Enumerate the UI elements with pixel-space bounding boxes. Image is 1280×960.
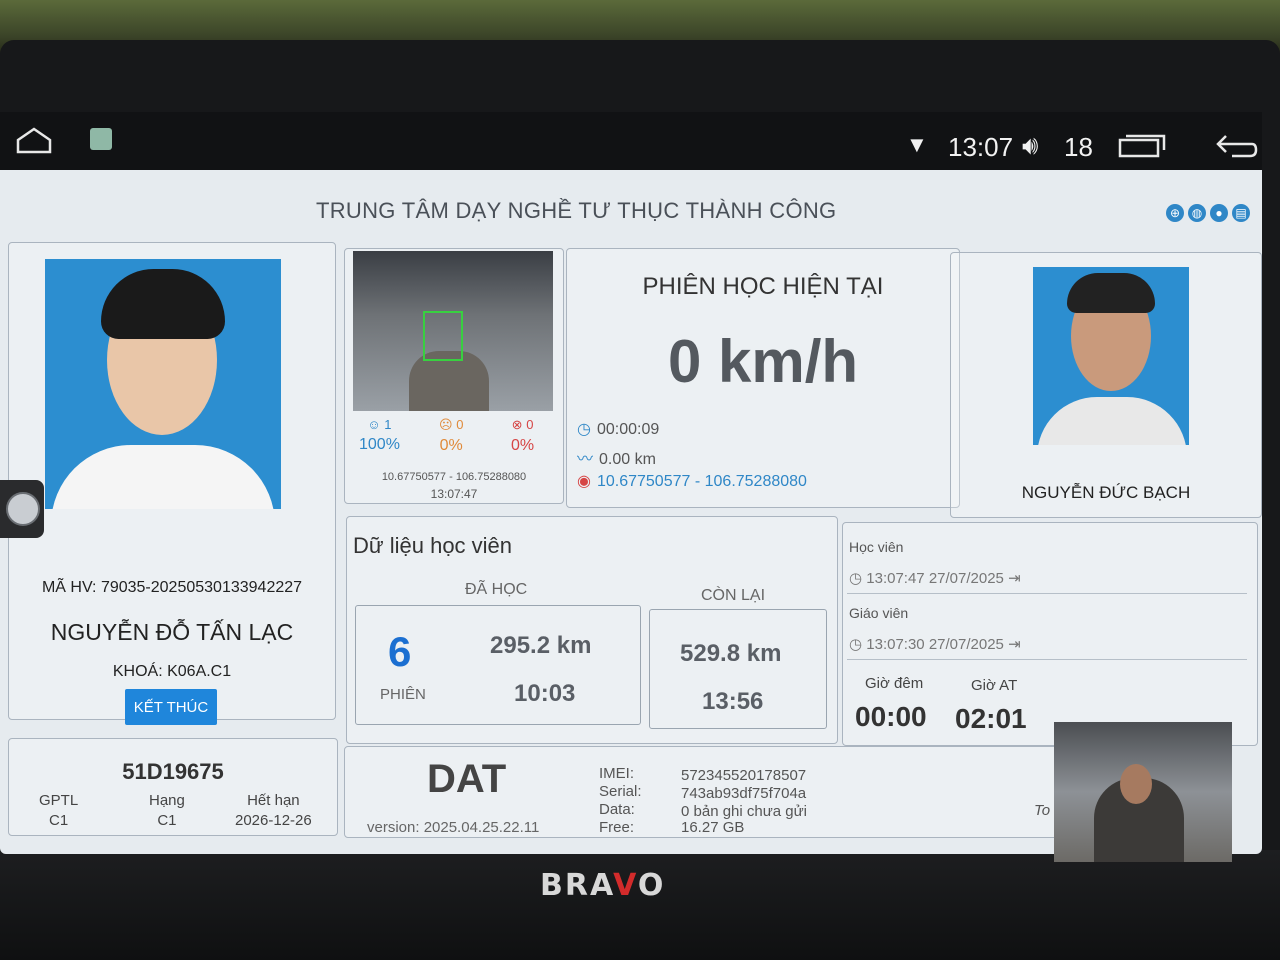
student-data-panel: Dữ liệu học viên ĐÃ HỌC CÒN LẠI 6 PHIÊN …: [346, 516, 838, 744]
face-detection-box: [423, 311, 463, 361]
session-title: PHIÊN HỌC HIỆN TẠI: [642, 273, 884, 300]
free-value: 16.27 GB: [681, 819, 745, 836]
session-speed: 0 km/h: [667, 328, 859, 395]
status-bar: ▼ 13:07 🔊︎ 18: [0, 112, 1262, 170]
volume-icon[interactable]: 🔊︎: [1022, 130, 1038, 162]
session-gps-row: ◉ 10.67750577 - 106.75288080: [577, 473, 807, 490]
wifi-icon: ▼: [906, 132, 928, 157]
app-notification-icon: [90, 128, 112, 150]
license-col-expiry: Hết hạn 2026-12-26: [235, 792, 312, 829]
cabin-camera-view: [353, 251, 553, 411]
teacher-name: NGUYỄN ĐỨC BẠCH: [1021, 483, 1191, 502]
remaining-distance: 529.8 km: [680, 640, 782, 667]
location-icon: ◉: [577, 473, 591, 490]
device-info-panel: DAT version: 2025.04.25.22.11 IMEI: 5723…: [344, 746, 1068, 838]
driver-camera-view: [1054, 722, 1232, 862]
match-warn-stat: ☹ 0 0%: [439, 417, 464, 454]
night-hours-value: 00:00: [855, 701, 927, 732]
screen: ▼ 13:07 🔊︎ 18 TRUNG TÂM DẠY NGHỀ TƯ THỤC…: [0, 112, 1262, 862]
session-distance-row: 〰 0.00 km: [577, 451, 656, 468]
remaining-box: 529.8 km 13:56: [649, 609, 827, 729]
student-login-time: ◷ 13:07:47 27/07/2025 ⇥: [849, 570, 1021, 587]
serial-label: Serial:: [599, 783, 642, 800]
remaining-header: CÒN LẠI: [701, 587, 766, 604]
student-photo: [45, 259, 281, 509]
student-course: KHOÁ: K06A.C1: [112, 663, 232, 680]
recent-apps-icon[interactable]: [1118, 132, 1166, 158]
brand-logo: BRAVO: [540, 868, 666, 903]
night-hours-label: Giờ đêm: [865, 675, 924, 692]
floating-handle[interactable]: [0, 480, 44, 538]
serial-value: 743ab93df75f704a: [681, 785, 807, 802]
vehicle-license-panel: 51D19675 GPTL C1 Hạng C1 Hết hạn 2026-12-26: [8, 738, 338, 836]
free-label: Free:: [599, 819, 635, 836]
studied-time: 10:03: [514, 680, 576, 707]
clock-icon: ◷: [849, 636, 867, 653]
gps-icon: ⊕: [1166, 204, 1184, 222]
sessions-count: 6: [388, 628, 412, 675]
data-label: Data:: [599, 801, 635, 818]
logout-icon: ⇥: [1008, 570, 1021, 587]
center-title: TRUNG TÂM DẠY NGHỀ TƯ THỤC THÀNH CÔNG: [316, 198, 837, 223]
studied-distance: 295.2 km: [490, 632, 592, 659]
match-fail-stat: ⊗ 0 0%: [511, 417, 535, 454]
error-icon: ⊗: [511, 417, 523, 432]
smile-icon: ☺: [367, 417, 381, 432]
teacher-login-time: ◷ 13:07:30 27/07/2025 ⇥: [849, 636, 1021, 653]
camera-coordinates: 10.67750577 - 106.75288080: [381, 471, 527, 483]
clock-icon: ◷: [577, 421, 591, 438]
driver-camera-label: To: [1034, 802, 1051, 819]
data-value: 0 bản ghi chưa gửi: [681, 803, 807, 820]
student-data-title: Dữ liệu học viên: [353, 533, 513, 558]
home-icon[interactable]: [14, 126, 54, 154]
teacher-panel: NGUYỄN ĐỨC BẠCH: [950, 252, 1262, 518]
studied-box: 6 PHIÊN 295.2 km 10:03: [355, 605, 641, 725]
camera-timestamp: 13:07:47: [430, 487, 478, 501]
sessions-label: PHIÊN: [380, 686, 426, 703]
auto-hours-label: Giờ AT: [971, 677, 1018, 694]
teacher-photo: [1033, 267, 1189, 445]
teacher-login-label: Giáo viên: [849, 605, 909, 621]
license-plate: 51D19675: [122, 759, 224, 784]
student-login-label: Học viên: [849, 539, 904, 555]
top-status-icons: ⊕ ◍ ● ▤: [1166, 204, 1250, 222]
network-icon: ◍: [1188, 204, 1206, 222]
license-col-class: Hạng C1: [149, 792, 185, 829]
student-code: MÃ HV: 79035-20250530133942227: [41, 579, 303, 596]
device-bezel-bottom: [0, 850, 1280, 960]
login-history-panel: Học viên ◷ 13:07:47 27/07/2025 ⇥ Giáo vi…: [842, 522, 1258, 746]
imei-value: 572345520178507: [681, 767, 807, 784]
license-col-gptl: GPTL C1: [39, 792, 79, 829]
session-duration-row: ◷ 00:00:09: [577, 421, 660, 438]
remaining-time: 13:56: [702, 688, 764, 715]
student-panel: MÃ HV: 79035-20250530133942227 NGUYỄN ĐỖ…: [8, 242, 336, 725]
studied-header: ĐÃ HỌC: [465, 581, 528, 598]
clock-icon: ◷: [849, 570, 867, 587]
storage-icon: ▤: [1232, 204, 1250, 222]
device-name: DAT: [427, 757, 507, 801]
camera-panel: ☺ 1 100% ☹ 0 0% ⊗ 0 0% 10.67750577 - 106…: [344, 248, 564, 504]
logout-icon: ⇥: [1008, 636, 1021, 653]
back-icon[interactable]: [1212, 130, 1258, 160]
end-session-button[interactable]: KẾT THÚC: [125, 689, 217, 725]
route-icon: 〰: [577, 451, 594, 468]
match-ok-stat: ☺ 1 100%: [359, 417, 400, 453]
status-time: 13:07: [948, 132, 1014, 162]
auto-hours-value: 02:01: [955, 703, 1027, 734]
current-session-panel: PHIÊN HỌC HIỆN TẠI 0 km/h ◷ 00:00:09 〰 0.0…: [566, 248, 960, 508]
imei-label: IMEI:: [599, 765, 635, 782]
camera-status-icon: ●: [1210, 204, 1228, 222]
volume-level: 18: [1064, 132, 1093, 162]
device-version: version: 2025.04.25.22.11: [367, 819, 540, 836]
neutral-face-icon: ☹: [439, 417, 453, 432]
student-name: NGUYỄN ĐỖ TẤN LẠC: [50, 619, 294, 645]
